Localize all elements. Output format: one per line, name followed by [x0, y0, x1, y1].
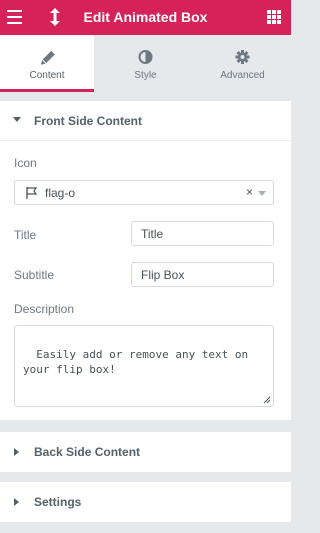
front-side-title: Front Side Content — [34, 114, 142, 128]
panel-header: Edit Animated Box — [0, 0, 291, 35]
back-side-header[interactable]: Back Side Content — [0, 432, 291, 472]
description-label: Description — [14, 302, 75, 316]
front-side-header[interactable]: Front Side Content — [0, 101, 291, 141]
tab-content[interactable]: Content — [0, 35, 94, 92]
description-text: Easily add or remove any text on your fl… — [23, 348, 255, 376]
gear-icon — [235, 50, 250, 64]
back-side-section[interactable]: Back Side Content — [0, 432, 291, 472]
chevron-down-icon[interactable] — [258, 191, 266, 196]
description-textarea[interactable]: Easily add or remove any text on your fl… — [14, 325, 274, 407]
settings-title: Settings — [34, 495, 82, 509]
settings-header[interactable]: Settings — [0, 482, 291, 522]
caret-right-icon — [14, 498, 19, 506]
title-input[interactable]: Title — [131, 221, 274, 246]
caret-down-icon — [13, 117, 21, 122]
back-side-title: Back Side Content — [34, 445, 141, 459]
icon-label: Icon — [14, 156, 37, 170]
grid-icon[interactable] — [267, 10, 281, 24]
settings-section[interactable]: Settings — [0, 482, 291, 522]
icon-select-value: flag-o — [45, 186, 76, 200]
title-label: Title — [14, 228, 37, 242]
tab-content-label: Content — [29, 70, 65, 81]
caret-right-icon — [14, 448, 19, 456]
contrast-icon — [138, 50, 153, 64]
tab-advanced[interactable]: Advanced — [194, 35, 291, 92]
tab-style-label: Style — [134, 70, 157, 81]
subtitle-label: Subtitle — [14, 268, 55, 282]
panel-tabs: Content Style Advanced — [0, 35, 291, 92]
pencil-icon — [40, 50, 55, 65]
clear-icon[interactable]: × — [246, 185, 253, 199]
tab-advanced-label: Advanced — [220, 70, 265, 81]
flag-icon — [26, 187, 38, 199]
panel-title: Edit Animated Box — [83, 9, 208, 25]
resize-grip-icon[interactable] — [263, 396, 271, 404]
subtitle-input[interactable]: Flip Box — [131, 262, 274, 287]
icon-select[interactable]: flag-o × — [14, 180, 274, 205]
tab-style[interactable]: Style — [97, 35, 194, 92]
